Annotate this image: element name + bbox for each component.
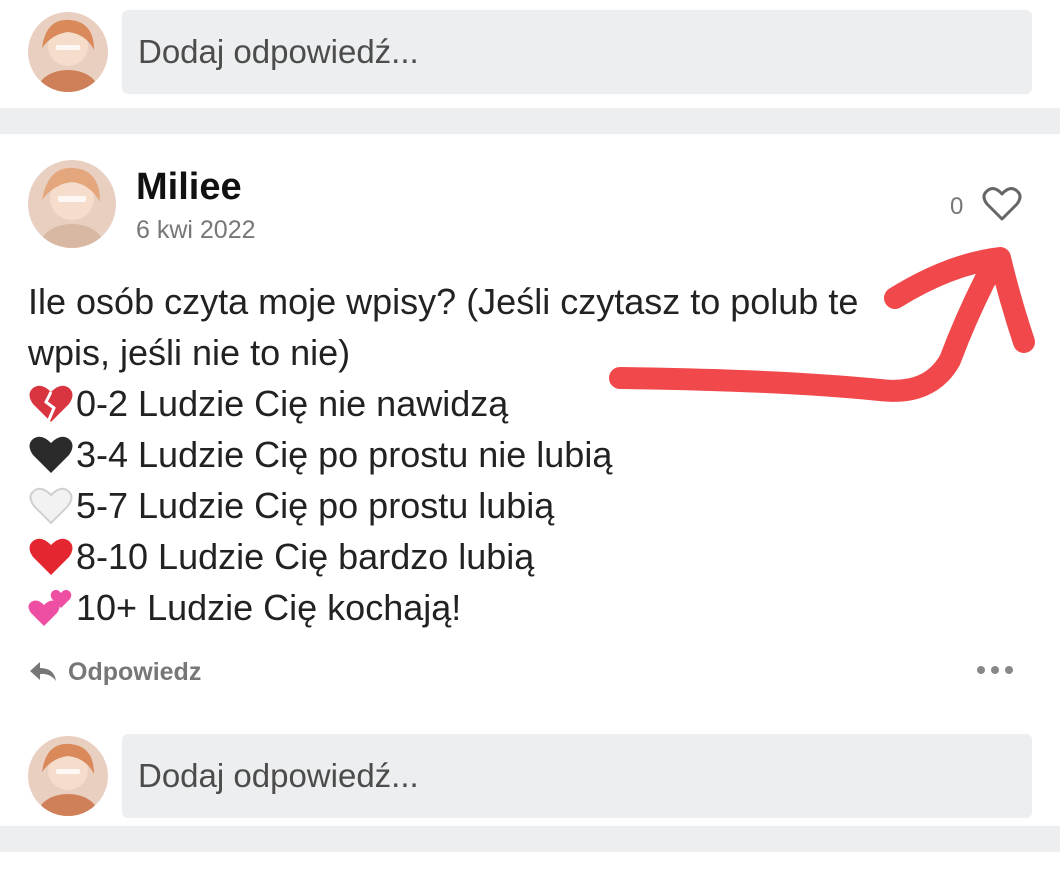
reply-composer-bottom: Dodaj odpowiedź... xyxy=(0,724,1060,828)
post-body: Ile osób czyta moje wpisy? (Jeśli czytas… xyxy=(28,276,1038,633)
list-item: 3-4 Ludzie Cię po prostu nie lubią xyxy=(28,429,1038,480)
list-item: 8-10 Ludzie Cię bardzo lubią xyxy=(28,531,1038,582)
list-item: 5-7 Ludzie Cię po prostu lubią xyxy=(28,480,1038,531)
black-heart-icon xyxy=(29,436,73,473)
reply-arrow-icon xyxy=(30,662,56,681)
reply-input-placeholder: Dodaj odpowiedź... xyxy=(138,33,419,70)
list-item-text: 0-2 Ludzie Cię nie nawidzą xyxy=(76,383,509,424)
reply-composer-top: Dodaj odpowiedź... xyxy=(0,0,1060,104)
list-item: 0-2 Ludzie Cię nie nawidzą xyxy=(28,378,1038,429)
reply-button[interactable]: Odpowiedz xyxy=(28,652,201,692)
author-name[interactable]: Miliee xyxy=(136,166,242,209)
divider xyxy=(0,108,1060,134)
avatar[interactable] xyxy=(28,12,108,92)
more-options-icon[interactable] xyxy=(975,662,1015,678)
list-item-text: 5-7 Ludzie Cię po prostu lubią xyxy=(76,485,555,526)
divider xyxy=(0,826,1060,852)
page: Dodaj odpowiedź... Miliee 6 kwi 2022 0 I… xyxy=(0,0,1060,880)
list-item: 10+ Ludzie Cię kochają! xyxy=(28,582,1038,633)
list-item-text: 8-10 Ludzie Cię bardzo lubią xyxy=(76,536,535,577)
list-item-text: 10+ Ludzie Cię kochają! xyxy=(76,587,462,628)
reply-input[interactable]: Dodaj odpowiedź... xyxy=(122,734,1032,818)
red-heart-icon xyxy=(29,538,73,575)
reply-input[interactable]: Dodaj odpowiedź... xyxy=(122,10,1032,94)
list-item-text: 3-4 Ludzie Cię po prostu nie lubią xyxy=(76,434,613,475)
author-avatar[interactable] xyxy=(28,160,116,248)
two-hearts-icon xyxy=(28,589,72,626)
white-heart-icon xyxy=(29,487,73,524)
reply-input-placeholder: Dodaj odpowiedź... xyxy=(138,757,419,794)
post-text-line: wpis, jeśli nie to nie) xyxy=(28,332,351,373)
post-text-line: Ile osób czyta moje wpisy? (Jeśli czytas… xyxy=(28,281,859,322)
like-count: 0 xyxy=(950,193,964,220)
post-date: 6 kwi 2022 xyxy=(136,216,256,244)
broken-heart-icon xyxy=(29,385,73,423)
heart-icon[interactable] xyxy=(982,186,1022,222)
reply-label: Odpowiedz xyxy=(68,657,202,686)
avatar[interactable] xyxy=(28,736,108,816)
